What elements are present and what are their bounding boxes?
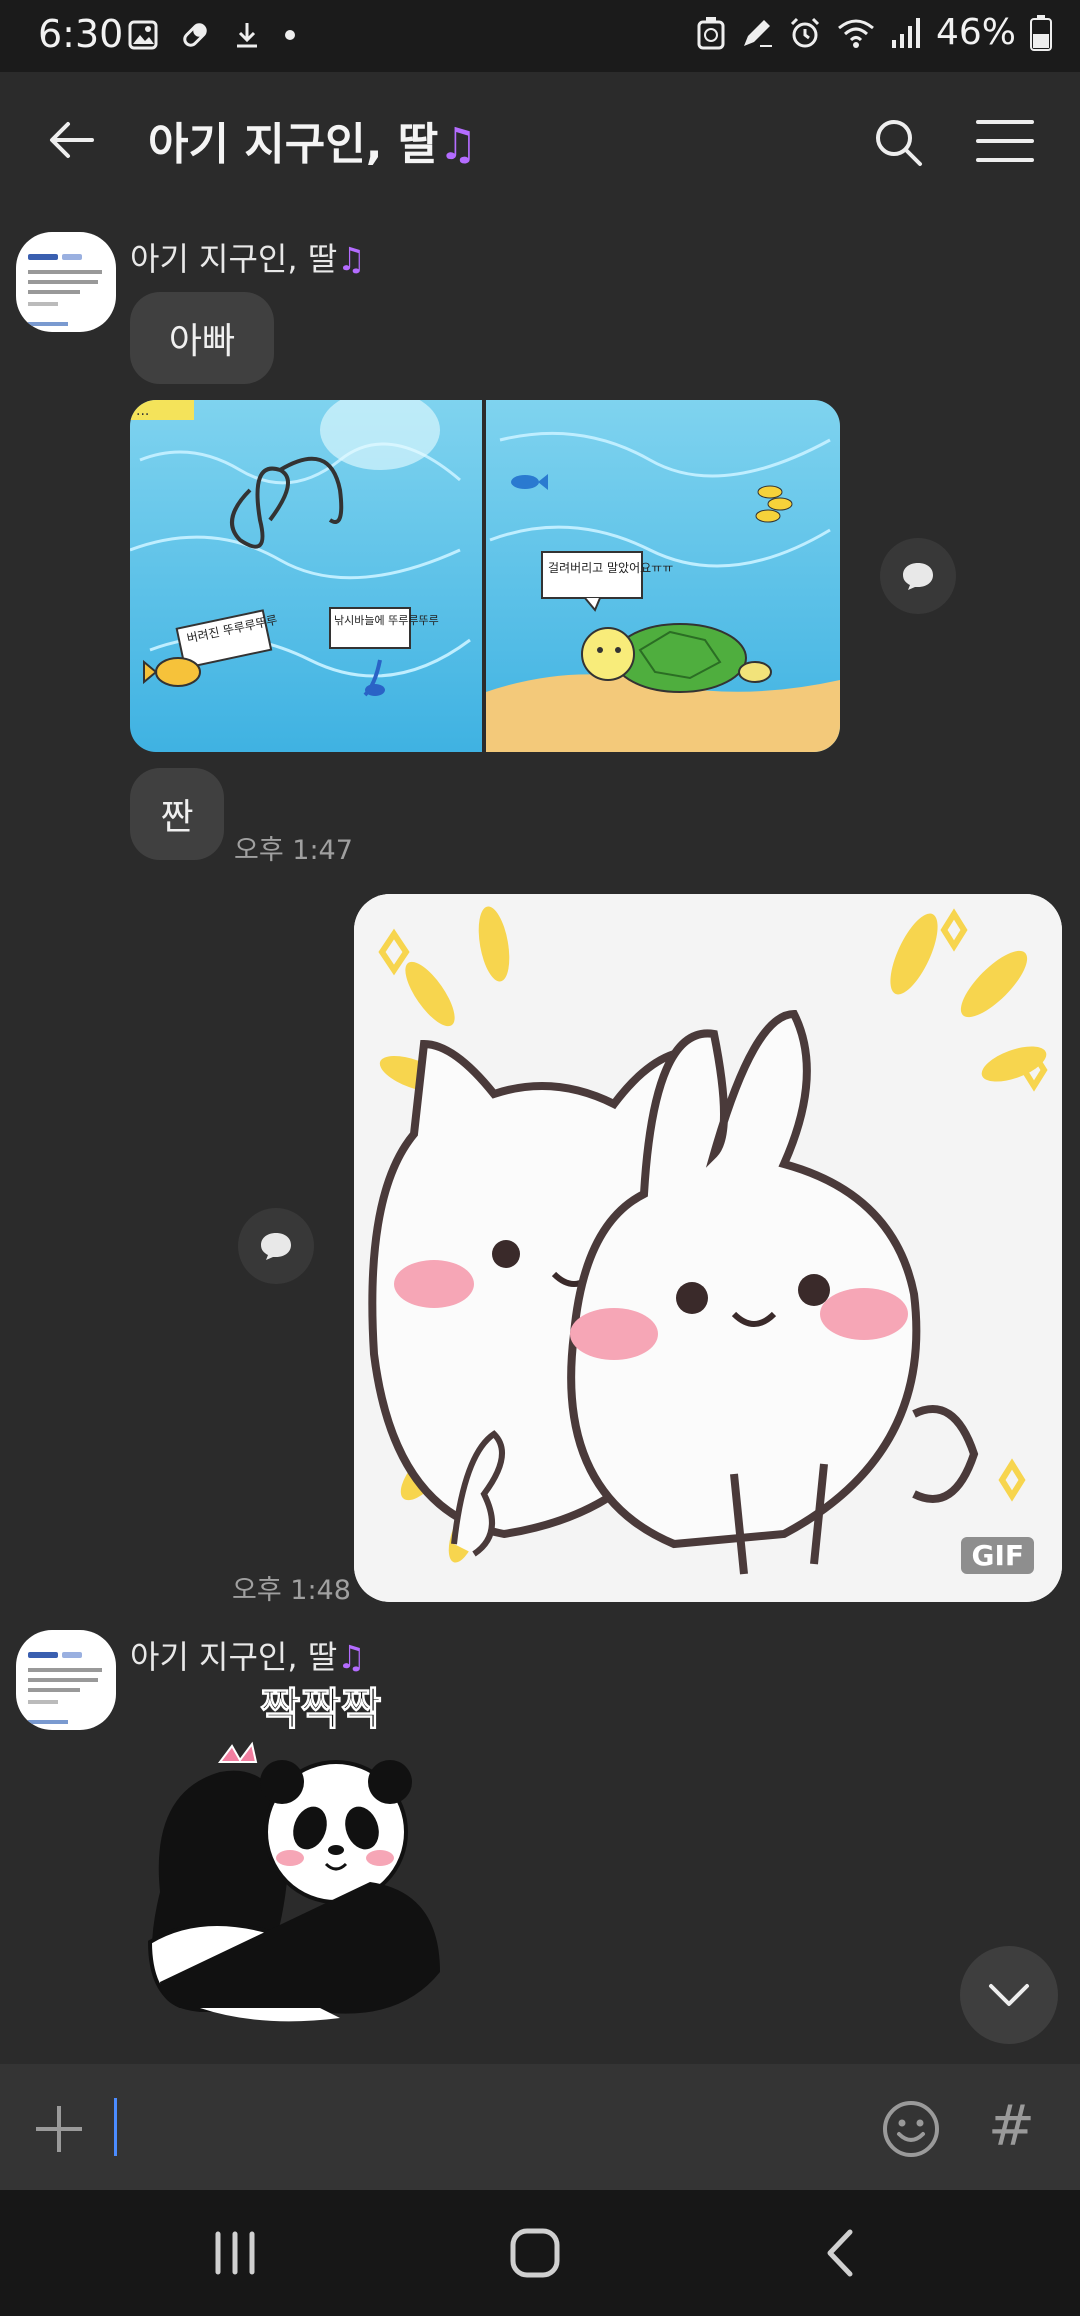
recycle-icon bbox=[697, 16, 725, 49]
status-time: 6:30 bbox=[38, 12, 124, 56]
chat-header: 아기 지구인, 딸♫ bbox=[0, 72, 1080, 208]
sender-name: 아기 지구인, 딸♫ bbox=[130, 1638, 366, 1676]
chevron-down-icon bbox=[989, 1984, 1029, 2006]
music-note-icon: ♫ bbox=[337, 1638, 366, 1676]
status-bar: 6:30 46% bbox=[0, 0, 1080, 72]
share-button[interactable] bbox=[880, 538, 956, 614]
message-bubble[interactable]: 짠 bbox=[130, 768, 224, 860]
system-icons: 46% bbox=[696, 12, 1052, 53]
music-note-icon: ♫ bbox=[438, 119, 478, 170]
battery-icon bbox=[1030, 14, 1052, 51]
caption-right: 걸려버리고 말았어요ㅠㅠ bbox=[548, 561, 673, 575]
chat-area[interactable]: 아기 지구인, 딸♫ 아빠 ... 버려진 뚜루루뚜루 낚시바늘에 뚜루루뚜루 … bbox=[0, 208, 1080, 2064]
recent-apps-icon[interactable] bbox=[200, 2220, 270, 2286]
message-time: 오후 1:48 bbox=[232, 1575, 351, 1606]
message-input-bar: # bbox=[0, 2064, 1080, 2190]
scroll-down-button[interactable] bbox=[960, 1946, 1058, 2044]
message-input[interactable] bbox=[112, 2094, 852, 2160]
back-icon[interactable] bbox=[806, 2220, 876, 2286]
chat-title-text: 아기 지구인, 딸 bbox=[148, 119, 439, 170]
hashtag-button[interactable]: # bbox=[988, 2094, 1035, 2159]
chat-bubble-icon bbox=[261, 1233, 291, 1260]
gallery-icon bbox=[128, 20, 158, 50]
menu-icon[interactable] bbox=[976, 116, 1034, 166]
download-icon bbox=[237, 23, 257, 48]
dot-icon bbox=[285, 30, 295, 40]
caption-middle: 낚시바늘에 뚜루루뚜루 bbox=[334, 614, 439, 627]
svg-text:...: ... bbox=[136, 403, 149, 419]
pill-icon bbox=[183, 23, 207, 47]
message-text: 짠 bbox=[160, 797, 194, 838]
avatar[interactable] bbox=[16, 232, 116, 332]
plus-icon[interactable] bbox=[34, 2104, 84, 2154]
back-arrow-icon[interactable] bbox=[44, 112, 100, 168]
panda-sticker: 짝짝짝 bbox=[147, 1684, 440, 2022]
emoji-icon[interactable] bbox=[882, 2100, 940, 2158]
chat-bubble-icon bbox=[903, 563, 933, 590]
signal-icon bbox=[891, 17, 920, 48]
pen-icon bbox=[743, 19, 772, 47]
avatar[interactable] bbox=[16, 1630, 116, 1730]
text-caret bbox=[114, 2098, 117, 2156]
notification-icons bbox=[128, 20, 296, 50]
message-time: 오후 1:47 bbox=[234, 835, 353, 866]
alarm-icon bbox=[790, 17, 820, 47]
sticker-caption: 짝짝짝 bbox=[260, 1684, 381, 1735]
sender-name: 아기 지구인, 딸♫ bbox=[130, 240, 366, 278]
search-icon[interactable] bbox=[870, 114, 926, 170]
music-note-icon: ♫ bbox=[337, 240, 366, 278]
home-icon[interactable] bbox=[500, 2220, 570, 2286]
wifi-icon bbox=[838, 19, 874, 48]
system-nav-bar bbox=[0, 2190, 1080, 2316]
message-bubble[interactable]: 아빠 bbox=[130, 292, 274, 384]
photo-message[interactable]: ... 버려진 뚜루루뚜루 낚시바늘에 뚜루루뚜루 걸려버리고 말았어요ㅠㅠ bbox=[130, 400, 840, 752]
underwater-illustration: ... 버려진 뚜루루뚜루 낚시바늘에 뚜루루뚜루 걸려버리고 말았어요ㅠㅠ bbox=[130, 400, 840, 752]
message-text: 아빠 bbox=[168, 321, 236, 362]
gif-badge: GIF bbox=[961, 1537, 1034, 1574]
chat-title: 아기 지구인, 딸♫ bbox=[148, 108, 478, 172]
cat-bunny-sticker bbox=[354, 894, 1062, 1602]
share-button[interactable] bbox=[238, 1208, 314, 1284]
gif-message[interactable]: GIF bbox=[354, 894, 1062, 1602]
sticker-message[interactable]: 짝짝짝 bbox=[140, 1682, 520, 2062]
battery-percent: 46% bbox=[935, 12, 1016, 53]
